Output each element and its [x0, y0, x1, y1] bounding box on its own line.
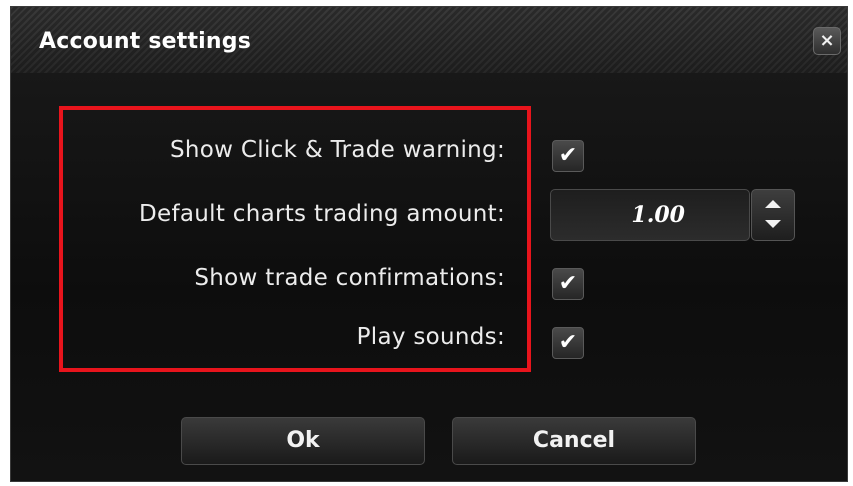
play-sounds-label: Play sounds: — [356, 324, 505, 350]
click-trade-warning-checkbox[interactable]: ✔ — [552, 140, 584, 172]
close-icon: × — [819, 30, 835, 51]
account-settings-dialog: Account settings × Show Click & Trade wa… — [10, 6, 848, 482]
checkmark-icon: ✔ — [558, 330, 578, 355]
title-bar[interactable]: Account settings × — [11, 7, 847, 73]
stepper-up-icon[interactable] — [765, 200, 781, 208]
cancel-button[interactable]: Cancel — [452, 417, 696, 465]
checkmark-icon: ✔ — [558, 143, 578, 168]
ok-button[interactable]: Ok — [181, 417, 425, 465]
stepper-down-icon[interactable] — [765, 220, 781, 228]
trade-confirmations-checkbox[interactable]: ✔ — [552, 268, 584, 300]
checkmark-icon: ✔ — [558, 271, 578, 296]
default-amount-label: Default charts trading amount: — [139, 201, 505, 227]
dialog-title: Account settings — [39, 29, 252, 54]
close-button[interactable]: × — [813, 27, 841, 55]
click-trade-warning-label: Show Click & Trade warning: — [170, 137, 505, 163]
play-sounds-checkbox[interactable]: ✔ — [552, 327, 584, 359]
amount-stepper[interactable] — [751, 189, 795, 241]
default-amount-input[interactable]: 1.00 — [550, 189, 750, 241]
trade-confirmations-label: Show trade confirmations: — [194, 265, 505, 291]
